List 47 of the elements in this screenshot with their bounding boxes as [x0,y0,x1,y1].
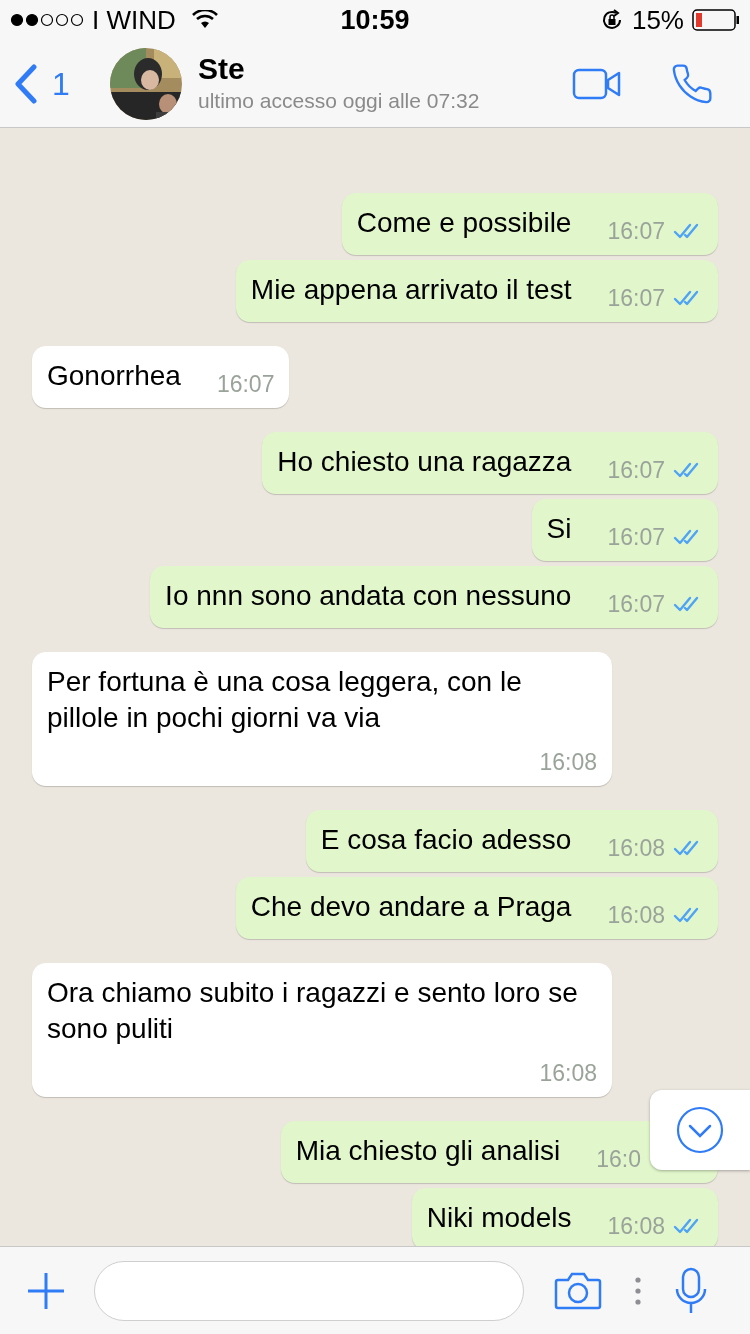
battery-percent: 15% [631,3,684,37]
signal-dots-icon [10,13,84,27]
last-seen-text: ultimo accesso oggi alle 07:32 [198,87,481,114]
video-call-button[interactable] [572,67,622,100]
message-text: E cosa facio adesso [320,823,572,857]
message-text: Come e possibile [356,206,572,240]
carrier-name: I WIND [92,3,176,37]
microphone-icon [674,1266,708,1315]
message-text: Gonorrhea [47,359,181,393]
message-time: 16:08 [607,901,665,929]
message-time: 16:07 [607,217,665,245]
message-text: Si [546,512,572,546]
add-attachment-button[interactable] [26,1270,66,1311]
camera-button[interactable] [554,1271,602,1310]
message-text: Niki models [426,1201,572,1235]
chevron-down-circle-icon [676,1106,724,1154]
message-time: 16:07 [216,370,275,398]
message-text: Mia chiesto gli analisi [295,1134,561,1168]
contact-name: Ste [198,51,246,86]
message-time: 16:07 [607,523,665,551]
message-time: 16:07 [607,456,665,484]
message-text: Mie appena arrivato il test [250,273,572,307]
voice-call-button[interactable] [670,61,714,106]
battery-icon [692,9,740,31]
message-text: Io nnn sono andata con nessuno [165,579,572,613]
message-text: Per fortuna è una cosa leggera, con le pillole in pochi giorni va via [47,665,523,735]
message-time: 16:08 [607,834,665,862]
wifi-icon [191,10,218,30]
message-text: Ora chiamo subito i ragazzi e sento loro se sono puliti [47,976,579,1046]
back-button[interactable]: 1 [14,59,108,108]
message-time: 16:07 [607,590,665,618]
message-time: 16:08 [539,1059,597,1087]
camera-icon [554,1271,602,1310]
message-time: 16:08 [607,1212,665,1240]
scroll-down-button[interactable] [650,1090,750,1170]
message-text: Ho chiesto una ragazza [277,445,572,479]
phone-icon [670,61,714,106]
chevron-left-icon [14,63,38,104]
message-time: 16:07 [607,284,665,312]
vertical-dots-icon [634,1275,642,1306]
plus-icon [26,1270,66,1311]
microphone-button[interactable] [674,1266,708,1315]
message-time: 16:08 [539,748,597,776]
video-camera-icon [572,67,622,100]
clock-time: 10:59 [340,3,410,37]
message-text: Che devo andare a Praga [250,890,572,924]
message-time: 16:0 [596,1145,641,1173]
